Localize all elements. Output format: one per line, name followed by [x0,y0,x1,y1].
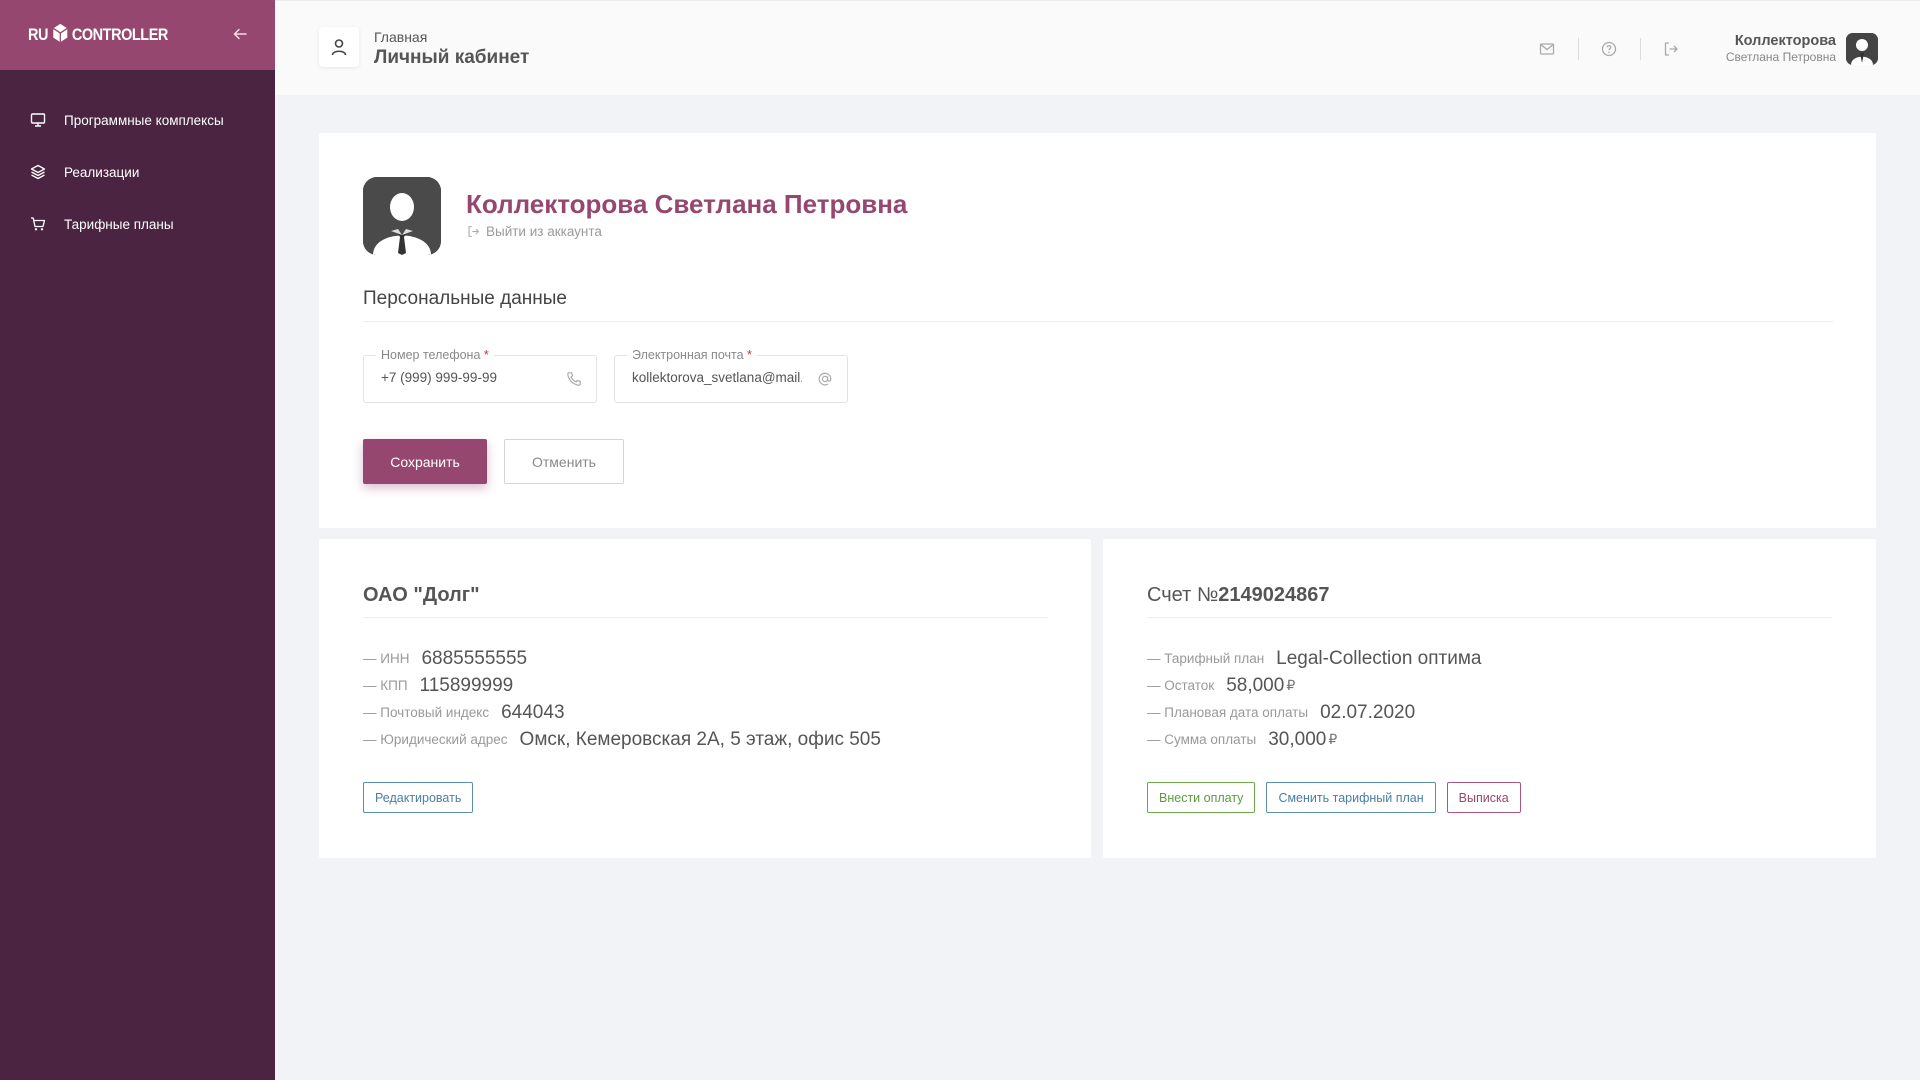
divider [363,617,1048,618]
detail-value: 58,000 [1226,674,1285,696]
detail-key: — Остаток [1147,678,1215,693]
cart-icon [29,215,47,233]
phone-input[interactable] [381,370,551,385]
user-first-names: Светлана Петровна [1725,50,1836,64]
detail-key: — Почтовый индекс [363,705,490,720]
header-actions: Коллекторова Светлана Петровна [1517,1,1920,96]
phone-field: Номер телефона * [363,348,597,403]
user-menu[interactable]: Коллекторова Светлана Петровна [1726,32,1878,65]
sidebar-item-software[interactable]: Программные комплексы [0,94,275,146]
user-last-name: Коллекторова [1734,33,1836,49]
sidebar-item-tariffs[interactable]: Тарифные планы [0,198,275,250]
divider [1147,617,1832,618]
sidebar: RU CONTROLLER Программные комплексы Реал… [0,0,275,1080]
account-title: Счет №2149024867 [1147,584,1330,606]
detail-row-kpp: — КПП 115899999 [363,672,881,699]
sidebar-item-implementations[interactable]: Реализации [0,146,275,198]
detail-key: — ИНН [363,651,410,666]
logout-icon[interactable] [1641,34,1702,64]
logout-link-label: Выйти из аккаунта [486,224,602,239]
account-card: Счет №2149024867 — Тарифный план Legal-C… [1103,539,1876,858]
organization-actions: Редактировать [363,782,484,813]
edit-button[interactable]: Редактировать [363,782,474,813]
detail-row-plan: — Тарифный план Legal-Collection оптима [1147,645,1481,672]
change-plan-button[interactable]: Сменить тарифный план [1266,782,1436,813]
logo-text-left: RU [28,25,49,44]
detail-key: — КПП [363,678,408,693]
layers-icon [29,163,47,181]
mail-icon[interactable] [1517,34,1578,64]
phone-icon [566,371,582,391]
breadcrumb: Главная Личный кабинет [374,29,529,69]
organization-details: — ИНН 6885555555 — КПП 115899999 — Почто… [363,645,881,753]
detail-key: — Тарифный план [1147,651,1265,666]
save-button[interactable]: Сохранить [363,439,487,484]
monitor-icon [29,111,47,129]
detail-row-payment-amount: — Сумма оплаты 30,000 ₽ [1147,726,1481,753]
organization-card: ОАО "Долг" — ИНН 6885555555 — КПП 115899… [319,539,1091,858]
detail-row-payment-date: — Плановая дата оплаты 02.07.2020 [1147,699,1481,726]
sidebar-item-label: Реализации [64,164,140,180]
arrow-left-icon[interactable] [233,25,247,46]
detail-key: — Сумма оплаты [1147,732,1257,747]
breadcrumb-home[interactable]: Главная [374,29,529,45]
detail-row-address: — Юридический адрес Омск, Кемеровская 2А… [363,726,881,753]
detail-value: Legal-Collection оптима [1276,647,1482,669]
sidebar-item-label: Программные комплексы [64,112,224,128]
currency-sign: ₽ [1328,731,1338,747]
detail-row-inn: — ИНН 6885555555 [363,645,881,672]
phone-label: Номер телефона * [376,348,494,362]
sidebar-header: RU CONTROLLER [0,0,275,70]
pay-button[interactable]: Внести оплату [1147,782,1256,813]
detail-value: 115899999 [419,674,514,696]
sidebar-item-label: Тарифные планы [64,216,174,232]
detail-key: — Плановая дата оплаты [1147,705,1309,720]
at-icon [817,371,833,391]
logout-link[interactable]: Выйти из аккаунта [467,224,602,239]
sidebar-nav: Программные комплексы Реализации Тарифны… [0,70,275,250]
detail-row-balance: — Остаток 58,000 ₽ [1147,672,1481,699]
currency-sign: ₽ [1286,677,1296,693]
user-name-block: Коллекторова Светлана Петровна [1726,33,1836,64]
cube-logo-icon [51,22,70,49]
logo[interactable]: RU CONTROLLER [28,22,168,49]
avatar[interactable] [1846,32,1878,65]
account-actions: Внести оплату Сменить тарифный план Выпи… [1147,782,1532,813]
topbar: Главная Личный кабинет Коллекторова Свет… [275,0,1920,95]
profile-avatar[interactable] [363,177,441,255]
page-title: Личный кабинет [374,47,530,68]
user-icon [319,27,359,67]
detail-value: 30,000 [1268,728,1327,750]
help-icon[interactable] [1579,34,1640,64]
detail-value: 6885555555 [421,647,528,669]
logo-text-right: CONTROLLER [71,25,169,44]
profile-card: Коллекторова Светлана Петровна Выйти из … [319,133,1876,528]
organization-title: ОАО "Долг" [363,584,480,606]
email-field: Электронная почта * [614,348,848,403]
detail-row-postcode: — Почтовый индекс 644043 [363,699,881,726]
detail-value: 02.07.2020 [1320,701,1416,723]
account-details: — Тарифный план Legal-Collection оптима … [1147,645,1481,753]
logout-icon [468,226,480,237]
divider [363,321,1833,322]
cancel-button[interactable]: Отменить [504,439,624,484]
detail-key: — Юридический адрес [363,732,508,747]
statement-button[interactable]: Выписка [1446,782,1521,813]
detail-value: Омск, Кемеровская 2А, 5 этаж, офис 505 [519,728,881,750]
detail-value: 644043 [501,701,565,723]
email-input[interactable] [632,370,802,385]
section-title: Персональные данные [363,288,567,309]
email-label: Электронная почта * [627,348,757,362]
profile-name: Коллекторова Светлана Петровна [466,189,908,219]
